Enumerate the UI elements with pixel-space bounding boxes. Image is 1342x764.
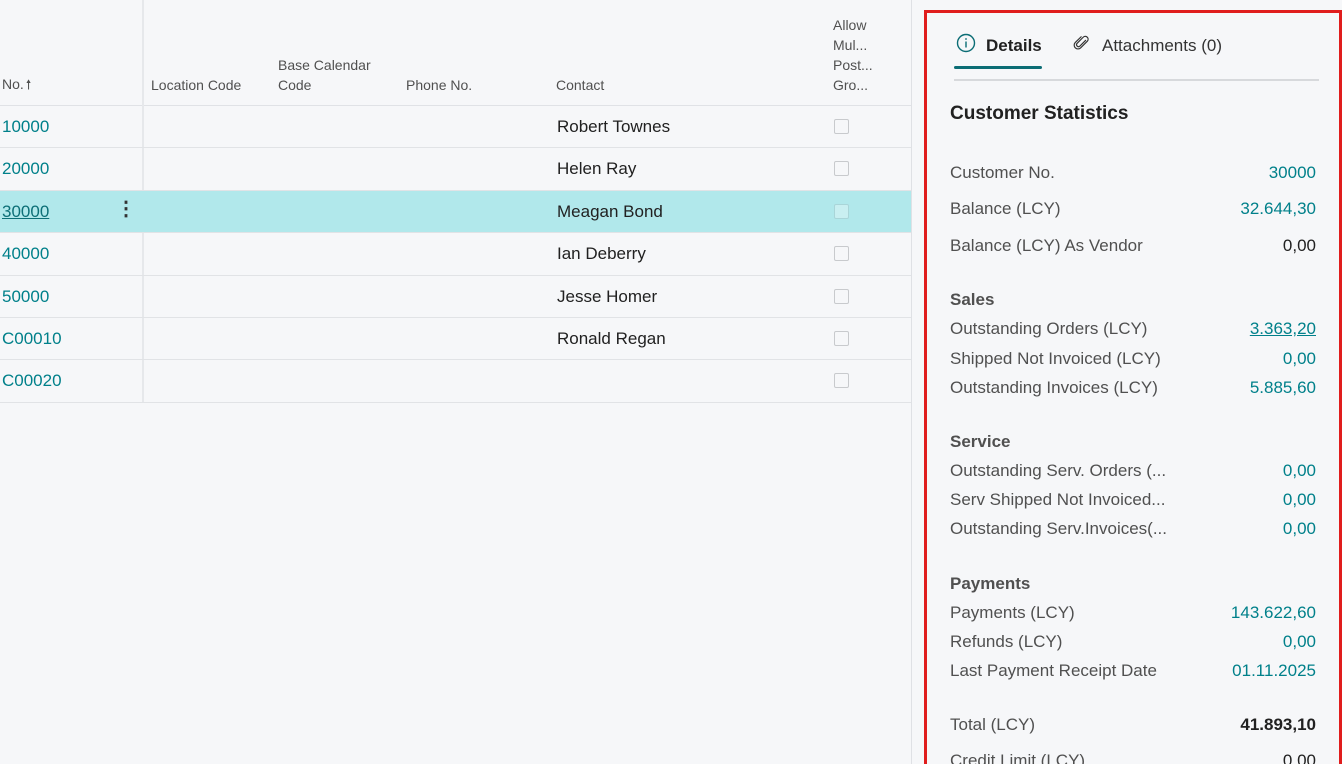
row-contact: Ian Deberry: [557, 244, 646, 264]
table-row[interactable]: 10000 Robert Townes: [0, 106, 912, 149]
row-no-link[interactable]: 50000: [2, 287, 49, 307]
row-allow-multiple-checkbox[interactable]: [834, 330, 849, 346]
stat-label: Shipped Not Invoiced (LCY): [950, 349, 1161, 368]
stat-last-payment-date: Last Payment Receipt Date 01.11.2025: [950, 661, 1316, 685]
row-menu-icon[interactable]: ⋮: [116, 199, 136, 219]
stat-serv-shipped-not-invoiced: Serv Shipped Not Invoiced... 0,00: [950, 490, 1316, 514]
stat-total: Total (LCY) 41.893,10: [950, 715, 1316, 739]
table-row[interactable]: 50000 Jesse Homer: [0, 276, 912, 318]
stat-value-link[interactable]: 01.11.2025: [1232, 661, 1316, 681]
factbox-pane: Details Attachments (0) Customer Statist…: [924, 10, 1342, 764]
stat-value-link[interactable]: 0,00: [1283, 349, 1316, 369]
table-row[interactable]: 40000 Ian Deberry: [0, 233, 912, 276]
stat-value-link[interactable]: 3.363,20: [1250, 319, 1316, 339]
app-root: No. 🠕 Location Code Base Calendar Code Ph…: [0, 0, 1342, 764]
stat-outstanding-serv-orders: Outstanding Serv. Orders (... 0,00: [950, 461, 1316, 485]
stat-outstanding-orders: Outstanding Orders (LCY) 3.363,20: [950, 319, 1316, 343]
row-contact: Robert Townes: [557, 117, 671, 136]
stat-customer-no: Customer No. 30000: [950, 163, 1316, 187]
row-no-link[interactable]: C00020: [2, 371, 62, 391]
customer-list: No. 🠕 Location Code Base Calendar Code Ph…: [0, 0, 912, 764]
stat-value-link[interactable]: 0,00: [1283, 490, 1316, 510]
stat-label: Outstanding Orders (LCY): [950, 319, 1148, 338]
stat-value-link[interactable]: 30000: [1269, 163, 1316, 183]
tab-details-label: Details: [986, 35, 1042, 55]
column-header-no-label: No.: [2, 76, 24, 92]
row-no-link[interactable]: 30000: [2, 202, 49, 222]
stat-value-link[interactable]: 0,00: [1283, 519, 1316, 539]
stat-label: Customer No.: [950, 163, 1055, 182]
stat-label: Last Payment Receipt Date: [950, 661, 1157, 680]
stat-value-link[interactable]: 5.885,60: [1250, 378, 1316, 398]
tab-attachments-label: Attachments (0): [1102, 35, 1222, 55]
list-divider: [911, 0, 912, 764]
row-no-link[interactable]: C00010: [2, 329, 62, 349]
row-allow-multiple-checkbox[interactable]: [834, 161, 849, 177]
column-header-phone-no[interactable]: Phone No.: [406, 75, 472, 95]
row-no-link[interactable]: 20000: [2, 159, 49, 179]
stat-outstanding-invoices: Outstanding Invoices (LCY) 5.885,60: [950, 378, 1316, 402]
column-header-location-code[interactable]: Location Code: [151, 75, 241, 95]
info-icon: [956, 33, 976, 58]
stat-label: Refunds (LCY): [950, 632, 1063, 651]
group-heading-payments: Payments: [950, 574, 1031, 593]
stat-refunds: Refunds (LCY) 0,00: [950, 632, 1316, 656]
stat-label: Outstanding Serv. Orders (...: [950, 461, 1167, 480]
stat-balance-as-vendor: Balance (LCY) As Vendor 0,00: [950, 236, 1316, 260]
row-contact: Ronald Regan: [557, 328, 666, 348]
active-tab-indicator: [954, 66, 1042, 69]
row-allow-multiple-checkbox[interactable]: [834, 203, 849, 219]
list-header: No. 🠕 Location Code Base Calendar Code Ph…: [0, 0, 912, 106]
row-allow-multiple-checkbox[interactable]: [834, 246, 849, 262]
row-allow-multiple-checkbox[interactable]: [834, 373, 849, 389]
stat-label: Payments (LCY): [950, 603, 1075, 622]
arrow-up-icon: 🠕: [25, 77, 32, 92]
group-heading-sales: Sales: [950, 290, 995, 309]
tab-details[interactable]: Details: [956, 33, 1042, 58]
column-header-contact[interactable]: Contact: [556, 75, 604, 95]
stat-payments: Payments (LCY) 143.622,60: [950, 603, 1316, 627]
stat-shipped-not-invoiced: Shipped Not Invoiced (LCY) 0,00: [950, 349, 1316, 373]
table-row-selected[interactable]: 30000 ⋮ Meagan Bond: [0, 190, 912, 234]
stat-label: Outstanding Invoices (LCY): [950, 378, 1158, 397]
column-header-no[interactable]: No. 🠕: [2, 74, 31, 95]
stat-label: Balance (LCY): [950, 199, 1061, 218]
row-contact: Jesse Homer: [557, 286, 658, 306]
stat-label: Balance (LCY) As Vendor: [950, 236, 1143, 255]
row-no-link[interactable]: 10000: [2, 117, 49, 137]
table-row[interactable]: C00020: [0, 360, 912, 403]
row-allow-multiple-checkbox[interactable]: [834, 119, 849, 134]
table-row[interactable]: C00010 Ronald Regan: [0, 318, 912, 361]
column-header-allow-multiple-posting-groups[interactable]: Allow Mul... Post... Gro...: [833, 15, 893, 95]
stat-value-link[interactable]: 32.644,30: [1240, 199, 1316, 219]
tab-attachments[interactable]: Attachments (0): [1072, 33, 1222, 58]
stat-label: Credit Limit (LCY): [950, 751, 1086, 764]
paperclip-icon: [1072, 33, 1092, 58]
row-contact: Helen Ray: [557, 159, 637, 179]
stat-credit-limit: Credit Limit (LCY) 0,00: [950, 751, 1316, 764]
stat-label: Outstanding Serv.Invoices(...: [950, 519, 1168, 538]
stat-value-link[interactable]: 0,00: [1283, 461, 1316, 481]
stat-balance: Balance (LCY) 32.644,30: [950, 199, 1316, 223]
list-rows: 10000 Robert Townes 20000 Helen Ray 3000…: [0, 106, 912, 403]
stat-label: Serv Shipped Not Invoiced...: [950, 490, 1166, 509]
row-allow-multiple-checkbox[interactable]: [834, 288, 849, 304]
row-contact: Meagan Bond: [557, 201, 663, 221]
factbox-title: Customer Statistics: [950, 103, 1129, 124]
column-header-base-calendar-code[interactable]: Base Calendar Code: [278, 55, 388, 95]
table-row[interactable]: 20000 Helen Ray: [0, 148, 912, 191]
row-no-link[interactable]: 40000: [2, 244, 49, 264]
stat-outstanding-serv-invoices: Outstanding Serv.Invoices(... 0,00: [950, 519, 1316, 543]
stat-value-link[interactable]: 143.622,60: [1231, 603, 1316, 623]
stat-value: 0,00: [1282, 236, 1316, 255]
stat-label: Total (LCY): [950, 715, 1036, 734]
factbox-tabs: Details Attachments (0): [954, 13, 1319, 81]
group-heading-service: Service: [950, 432, 1011, 451]
stat-value-link[interactable]: 0,00: [1283, 632, 1316, 652]
stat-value: 0,00: [1282, 751, 1316, 764]
stat-value: 41.893,10: [1240, 715, 1316, 734]
